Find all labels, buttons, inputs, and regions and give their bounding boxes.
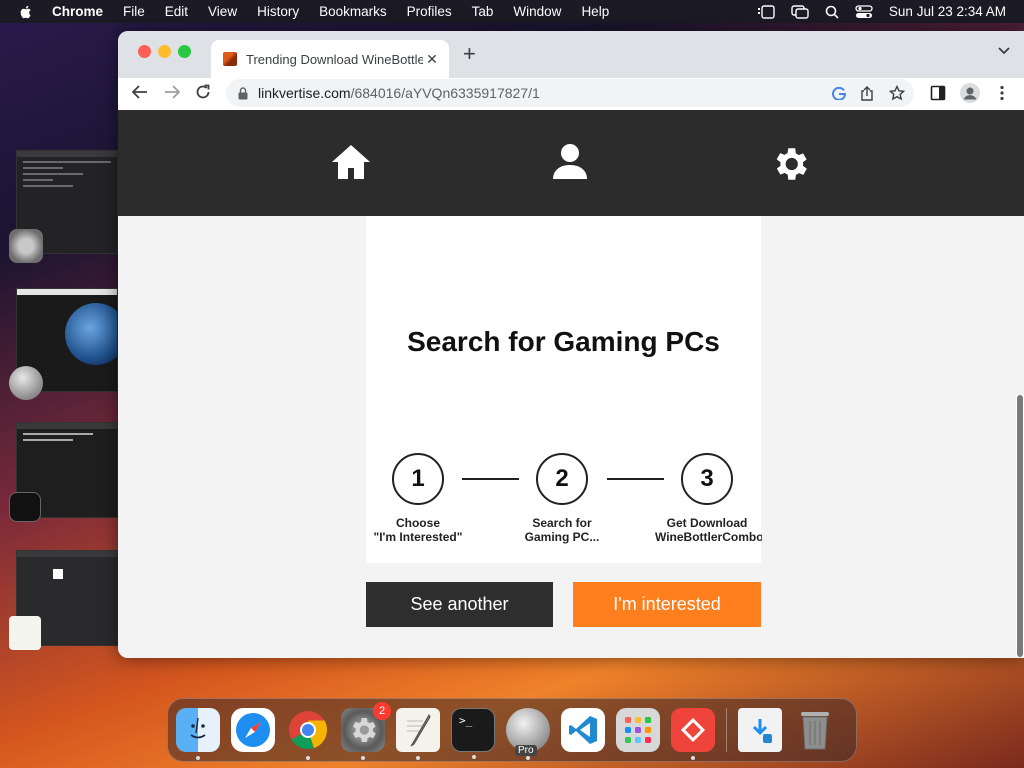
close-window-button[interactable] — [138, 45, 151, 58]
menu-help[interactable]: Help — [581, 4, 609, 19]
textedit-icon[interactable] — [396, 708, 440, 760]
new-tab-button[interactable]: + — [463, 43, 476, 65]
google-lens-icon[interactable] — [832, 86, 846, 100]
site-top-nav — [118, 110, 1024, 216]
system-settings-app-icon[interactable] — [9, 229, 43, 263]
scrollbar-thumb[interactable] — [1017, 395, 1023, 657]
bookmark-star-icon[interactable] — [889, 85, 905, 101]
lock-icon[interactable] — [238, 86, 248, 100]
browser-toolbar: linkvertise.com/684016/aYVQn6335917827/1 — [118, 78, 1024, 110]
url-path: /684016/aYVQn6335917827/1 — [350, 85, 540, 101]
reload-icon[interactable] — [195, 84, 211, 100]
step-2-number: 2 — [536, 453, 588, 505]
terminal-icon[interactable]: >_ — [451, 708, 495, 759]
tab-title: Trending Download WineBottle — [246, 51, 423, 67]
menu-edit[interactable]: Edit — [165, 4, 188, 19]
home-icon[interactable] — [330, 143, 372, 181]
step-2-label-line2: Gaming PC... — [524, 530, 600, 544]
gear-icon[interactable] — [769, 143, 811, 185]
address-bar[interactable]: linkvertise.com/684016/aYVQn6335917827/1 — [226, 79, 914, 107]
terminal-app-icon[interactable] — [9, 492, 41, 522]
menu-bookmarks[interactable]: Bookmarks — [319, 4, 387, 19]
menu-profiles[interactable]: Profiles — [407, 4, 452, 19]
safari-icon[interactable] — [231, 708, 275, 752]
url-host: linkvertise.com — [258, 85, 351, 101]
stage-manager-icon[interactable] — [757, 4, 775, 19]
menu-history[interactable]: History — [257, 4, 299, 19]
finder-icon[interactable] — [176, 708, 220, 760]
step-3: 3 Get Download WineBottlerCombo — [652, 453, 762, 544]
menu-file[interactable]: File — [123, 4, 145, 19]
launchpad-icon[interactable] — [616, 708, 660, 752]
step-1: 1 Choose "I'm Interested" — [363, 453, 473, 544]
step-2-label-line1: Search for — [532, 516, 592, 530]
tab-search-chevron-icon[interactable] — [998, 47, 1010, 55]
menu-window[interactable]: Window — [513, 4, 561, 19]
dock: 2 >_ Pro — [167, 698, 857, 762]
vscode-icon[interactable] — [561, 708, 605, 752]
trash-icon[interactable] — [793, 708, 837, 752]
step-1-label-line2: "I'm Interested" — [373, 530, 463, 544]
search-icon[interactable] — [825, 5, 839, 19]
profile-avatar-icon[interactable] — [959, 82, 981, 104]
tab-strip: Trending Download WineBottle ✕ + — [118, 31, 1024, 78]
forward-arrow-icon[interactable] — [164, 84, 180, 100]
back-arrow-icon[interactable] — [132, 84, 148, 100]
google-earth-app-icon[interactable] — [9, 366, 43, 400]
notification-badge: 2 — [373, 702, 391, 720]
step-3-label-line2: WineBottlerCombo — [655, 530, 762, 544]
chrome-menu-icon[interactable] — [999, 85, 1005, 101]
google-earth-pro-icon[interactable]: Pro — [506, 708, 550, 760]
im-interested-button[interactable]: I'm interested — [573, 582, 761, 627]
browser-tab[interactable]: Trending Download WineBottle ✕ — [211, 40, 449, 78]
menu-view[interactable]: View — [208, 4, 237, 19]
screen-mirroring-icon[interactable] — [791, 4, 809, 19]
step-3-label-line1: Get Download — [666, 516, 748, 530]
minimize-window-button[interactable] — [158, 45, 171, 58]
anydesk-icon[interactable] — [671, 708, 715, 760]
menu-bar: Chrome File Edit View History Bookmarks … — [0, 0, 1024, 23]
offer-headline: Search for Gaming PCs — [407, 326, 720, 357]
apple-icon[interactable] — [18, 4, 34, 20]
share-icon[interactable] — [860, 85, 874, 101]
menubar-clock[interactable]: Sun Jul 23 2:34 AM — [889, 4, 1006, 19]
chrome-icon[interactable] — [286, 708, 330, 760]
earth-pro-label: Pro — [515, 745, 537, 756]
step-3-number: 3 — [681, 453, 733, 505]
side-panel-icon[interactable] — [930, 85, 946, 101]
textedit-app-icon[interactable] — [9, 616, 41, 650]
close-tab-icon[interactable]: ✕ — [423, 51, 441, 68]
downloads-folder-icon[interactable] — [738, 708, 782, 752]
menu-tab[interactable]: Tab — [472, 4, 494, 19]
step-1-number: 1 — [392, 453, 444, 505]
app-name[interactable]: Chrome — [52, 4, 103, 19]
web-page: Search for Gaming PCs 1 Choose "I'm Inte… — [118, 110, 1024, 658]
step-1-label-line1: Choose — [395, 516, 440, 530]
dock-separator — [726, 708, 727, 752]
page-scrollbar[interactable] — [1016, 395, 1024, 657]
step-2: 2 Search for Gaming PC... — [507, 453, 617, 544]
user-icon[interactable] — [552, 143, 588, 181]
maximize-window-button[interactable] — [178, 45, 191, 58]
browser-window: Trending Download WineBottle ✕ + linkver… — [118, 31, 1024, 658]
system-settings-icon[interactable]: 2 — [341, 702, 391, 760]
see-another-button[interactable]: See another — [366, 582, 553, 627]
tab-favicon — [223, 52, 237, 66]
control-center-icon[interactable] — [855, 4, 873, 19]
